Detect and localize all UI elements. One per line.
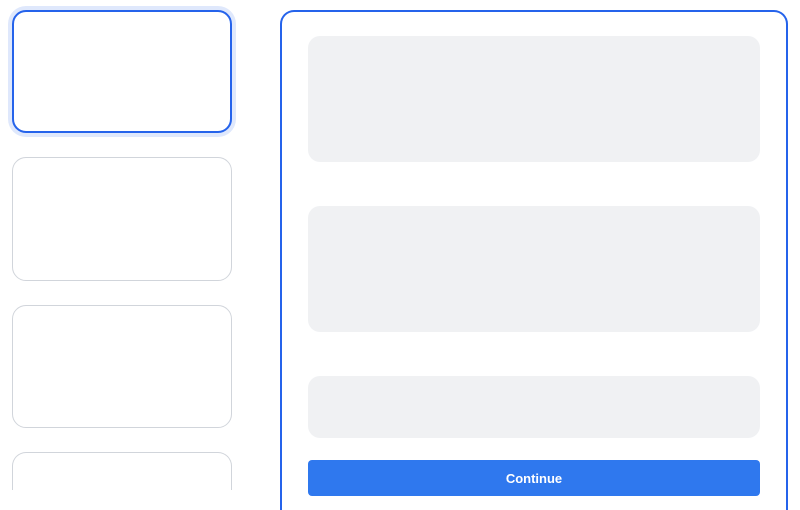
thumbnail-4[interactable] <box>12 452 232 490</box>
content-block-2 <box>308 206 760 332</box>
thumbnail-2[interactable] <box>12 157 232 280</box>
thumbnail-1[interactable] <box>12 10 232 133</box>
content-blocks <box>308 36 760 494</box>
content-block-1 <box>308 36 760 162</box>
continue-button[interactable]: Continue <box>308 460 760 496</box>
sidebar <box>12 10 236 490</box>
app-container: Continue <box>0 0 800 500</box>
main-panel: Continue <box>280 10 788 510</box>
thumbnail-3[interactable] <box>12 305 232 428</box>
content-block-3 <box>308 376 760 438</box>
